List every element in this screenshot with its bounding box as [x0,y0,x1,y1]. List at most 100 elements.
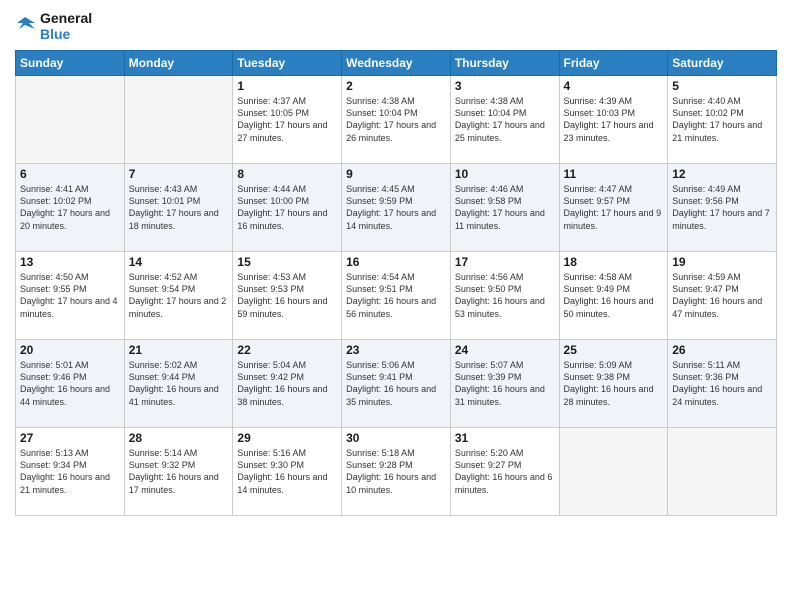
sunrise-label: Sunrise: 5:07 AM [455,360,524,370]
daylight-label: Daylight: 16 hours and 38 minutes. [237,384,327,406]
day-number: 4 [564,79,664,93]
sunset-label: Sunset: 9:56 PM [672,196,739,206]
day-info: Sunrise: 5:07 AM Sunset: 9:39 PM Dayligh… [455,359,555,408]
col-header-tuesday: Tuesday [233,51,342,76]
calendar-cell [559,428,668,516]
day-number: 30 [346,431,446,445]
logo-general: General [40,10,92,26]
calendar-cell: 3 Sunrise: 4:38 AM Sunset: 10:04 PM Dayl… [450,76,559,164]
calendar-cell: 9 Sunrise: 4:45 AM Sunset: 9:59 PM Dayli… [342,164,451,252]
day-number: 31 [455,431,555,445]
daylight-label: Daylight: 16 hours and 53 minutes. [455,296,545,318]
calendar-cell: 17 Sunrise: 4:56 AM Sunset: 9:50 PM Dayl… [450,252,559,340]
sunrise-label: Sunrise: 5:01 AM [20,360,89,370]
calendar-cell: 13 Sunrise: 4:50 AM Sunset: 9:55 PM Dayl… [16,252,125,340]
daylight-label: Daylight: 16 hours and 14 minutes. [237,472,327,494]
calendar-cell: 15 Sunrise: 4:53 AM Sunset: 9:53 PM Dayl… [233,252,342,340]
calendar-cell: 1 Sunrise: 4:37 AM Sunset: 10:05 PM Dayl… [233,76,342,164]
daylight-label: Daylight: 16 hours and 44 minutes. [20,384,110,406]
day-number: 16 [346,255,446,269]
day-number: 8 [237,167,337,181]
calendar-cell: 14 Sunrise: 4:52 AM Sunset: 9:54 PM Dayl… [124,252,233,340]
daylight-label: Daylight: 16 hours and 31 minutes. [455,384,545,406]
sunrise-label: Sunrise: 5:14 AM [129,448,198,458]
daylight-label: Daylight: 17 hours and 25 minutes. [455,120,545,142]
day-number: 26 [672,343,772,357]
calendar-cell: 18 Sunrise: 4:58 AM Sunset: 9:49 PM Dayl… [559,252,668,340]
calendar-cell: 25 Sunrise: 5:09 AM Sunset: 9:38 PM Dayl… [559,340,668,428]
week-row-2: 6 Sunrise: 4:41 AM Sunset: 10:02 PM Dayl… [16,164,777,252]
daylight-label: Daylight: 16 hours and 41 minutes. [129,384,219,406]
col-header-wednesday: Wednesday [342,51,451,76]
daylight-label: Daylight: 17 hours and 23 minutes. [564,120,654,142]
sunset-label: Sunset: 9:57 PM [564,196,631,206]
day-info: Sunrise: 5:16 AM Sunset: 9:30 PM Dayligh… [237,447,337,496]
daylight-label: Daylight: 16 hours and 10 minutes. [346,472,436,494]
sunset-label: Sunset: 10:04 PM [346,108,418,118]
day-info: Sunrise: 4:47 AM Sunset: 9:57 PM Dayligh… [564,183,664,232]
sunset-label: Sunset: 10:01 PM [129,196,201,206]
daylight-label: Daylight: 17 hours and 14 minutes. [346,208,436,230]
day-number: 17 [455,255,555,269]
sunset-label: Sunset: 10:00 PM [237,196,309,206]
col-header-saturday: Saturday [668,51,777,76]
header: General Blue [15,10,777,42]
sunrise-label: Sunrise: 5:02 AM [129,360,198,370]
day-number: 12 [672,167,772,181]
calendar-cell: 30 Sunrise: 5:18 AM Sunset: 9:28 PM Dayl… [342,428,451,516]
daylight-label: Daylight: 16 hours and 6 minutes. [455,472,553,494]
day-number: 22 [237,343,337,357]
calendar-cell: 31 Sunrise: 5:20 AM Sunset: 9:27 PM Dayl… [450,428,559,516]
sunrise-label: Sunrise: 4:46 AM [455,184,524,194]
sunset-label: Sunset: 10:02 PM [20,196,92,206]
day-info: Sunrise: 4:49 AM Sunset: 9:56 PM Dayligh… [672,183,772,232]
sunrise-label: Sunrise: 5:04 AM [237,360,306,370]
day-number: 23 [346,343,446,357]
calendar-cell: 24 Sunrise: 5:07 AM Sunset: 9:39 PM Dayl… [450,340,559,428]
logo-icon [15,15,37,37]
daylight-label: Daylight: 16 hours and 59 minutes. [237,296,327,318]
day-info: Sunrise: 4:53 AM Sunset: 9:53 PM Dayligh… [237,271,337,320]
sunset-label: Sunset: 9:51 PM [346,284,413,294]
day-number: 5 [672,79,772,93]
daylight-label: Daylight: 17 hours and 11 minutes. [455,208,545,230]
sunset-label: Sunset: 9:59 PM [346,196,413,206]
day-number: 3 [455,79,555,93]
sunset-label: Sunset: 9:32 PM [129,460,196,470]
day-info: Sunrise: 4:54 AM Sunset: 9:51 PM Dayligh… [346,271,446,320]
sunset-label: Sunset: 9:58 PM [455,196,522,206]
day-number: 14 [129,255,229,269]
daylight-label: Daylight: 17 hours and 20 minutes. [20,208,110,230]
day-number: 27 [20,431,120,445]
daylight-label: Daylight: 17 hours and 18 minutes. [129,208,219,230]
sunrise-label: Sunrise: 4:49 AM [672,184,741,194]
sunrise-label: Sunrise: 4:39 AM [564,96,633,106]
daylight-label: Daylight: 17 hours and 26 minutes. [346,120,436,142]
calendar-table: SundayMondayTuesdayWednesdayThursdayFrid… [15,50,777,516]
logo-blue: Blue [40,26,92,42]
sunrise-label: Sunrise: 4:59 AM [672,272,741,282]
sunrise-label: Sunrise: 4:38 AM [455,96,524,106]
day-info: Sunrise: 4:37 AM Sunset: 10:05 PM Daylig… [237,95,337,144]
day-info: Sunrise: 4:59 AM Sunset: 9:47 PM Dayligh… [672,271,772,320]
sunset-label: Sunset: 9:38 PM [564,372,631,382]
sunset-label: Sunset: 9:46 PM [20,372,87,382]
calendar-cell: 10 Sunrise: 4:46 AM Sunset: 9:58 PM Dayl… [450,164,559,252]
day-info: Sunrise: 4:45 AM Sunset: 9:59 PM Dayligh… [346,183,446,232]
daylight-label: Daylight: 16 hours and 24 minutes. [672,384,762,406]
calendar-cell [16,76,125,164]
sunset-label: Sunset: 10:03 PM [564,108,636,118]
daylight-label: Daylight: 16 hours and 35 minutes. [346,384,436,406]
day-info: Sunrise: 4:38 AM Sunset: 10:04 PM Daylig… [455,95,555,144]
daylight-label: Daylight: 17 hours and 16 minutes. [237,208,327,230]
calendar-cell: 12 Sunrise: 4:49 AM Sunset: 9:56 PM Dayl… [668,164,777,252]
col-header-monday: Monday [124,51,233,76]
sunrise-label: Sunrise: 4:54 AM [346,272,415,282]
day-number: 2 [346,79,446,93]
sunrise-label: Sunrise: 4:43 AM [129,184,198,194]
day-info: Sunrise: 4:38 AM Sunset: 10:04 PM Daylig… [346,95,446,144]
day-info: Sunrise: 5:02 AM Sunset: 9:44 PM Dayligh… [129,359,229,408]
day-number: 28 [129,431,229,445]
sunset-label: Sunset: 9:47 PM [672,284,739,294]
daylight-label: Daylight: 17 hours and 27 minutes. [237,120,327,142]
